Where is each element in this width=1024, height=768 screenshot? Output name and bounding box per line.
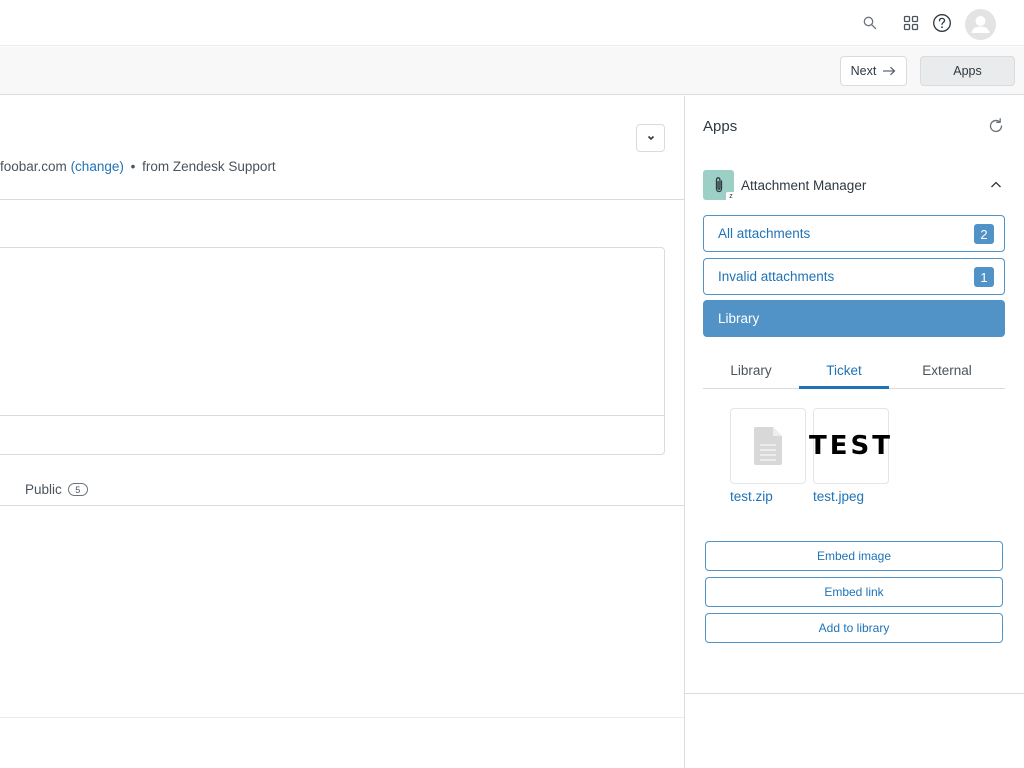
file-name[interactable]: test.zip bbox=[730, 489, 806, 504]
file-item[interactable]: test.zip bbox=[730, 408, 806, 504]
requester-email: foobar.com bbox=[0, 159, 67, 174]
apps-button[interactable]: Apps bbox=[920, 56, 1015, 86]
arrow-right-icon bbox=[883, 66, 896, 76]
embed-image-button[interactable]: Embed image bbox=[705, 541, 1003, 571]
apps-label: Apps bbox=[953, 64, 982, 78]
file-thumbnail bbox=[730, 408, 806, 484]
divider bbox=[685, 693, 1024, 694]
count-badge: 2 bbox=[974, 224, 994, 244]
ticket-toolbar: Next Apps bbox=[0, 47, 1024, 95]
change-requester-link[interactable]: (change) bbox=[71, 159, 124, 174]
nav-label: Invalid attachments bbox=[718, 269, 835, 284]
next-button[interactable]: Next bbox=[840, 56, 907, 86]
attachment-source-tabs: Library Ticket External bbox=[703, 354, 1005, 389]
conversation-filter-public[interactable]: Public 5 bbox=[25, 482, 88, 497]
file-thumbnail: TEST bbox=[809, 408, 890, 484]
nav-all-attachments[interactable]: All attachments 2 bbox=[703, 215, 1005, 252]
next-label: Next bbox=[850, 64, 877, 78]
chevron-up-icon[interactable] bbox=[987, 176, 1005, 194]
document-icon bbox=[753, 427, 782, 465]
reply-composer[interactable] bbox=[0, 247, 665, 455]
separator-dot: • bbox=[130, 159, 136, 174]
image-preview: TEST bbox=[809, 431, 893, 461]
add-to-library-button[interactable]: Add to library bbox=[705, 613, 1003, 643]
count-badge: 1 bbox=[974, 267, 994, 287]
ticket-source: from Zendesk Support bbox=[142, 159, 276, 174]
apps-panel: Apps z Attachment Manager All attachment… bbox=[685, 96, 1024, 768]
embed-link-button[interactable]: Embed link bbox=[705, 577, 1003, 607]
attachment-manager-logo: z bbox=[703, 170, 736, 202]
search-icon[interactable] bbox=[858, 11, 882, 35]
app-name: Attachment Manager bbox=[741, 178, 867, 193]
filter-count-badge: 5 bbox=[67, 483, 88, 496]
user-avatar[interactable] bbox=[965, 9, 996, 40]
tab-ticket[interactable]: Ticket bbox=[799, 354, 889, 389]
apps-panel-title: Apps bbox=[703, 118, 738, 135]
user-avatar-icon bbox=[971, 16, 990, 33]
nav-invalid-attachments[interactable]: Invalid attachments 1 bbox=[703, 258, 1005, 295]
composer-footer-divider bbox=[0, 415, 664, 416]
refresh-icon[interactable] bbox=[987, 117, 1005, 135]
filter-label: Public bbox=[25, 482, 62, 497]
logo-corner-mark: z bbox=[726, 192, 736, 202]
ticket-options-dropdown[interactable] bbox=[636, 124, 665, 152]
nav-label: All attachments bbox=[718, 226, 811, 241]
divider bbox=[0, 199, 684, 200]
paperclip-icon bbox=[715, 177, 722, 193]
requester-source-line: foobar.com (change) • from Zendesk Suppo… bbox=[0, 159, 276, 174]
divider bbox=[0, 505, 684, 506]
ticket-main: foobar.com (change) • from Zendesk Suppo… bbox=[0, 96, 684, 768]
help-icon[interactable] bbox=[930, 11, 954, 35]
apps-grid-icon[interactable] bbox=[899, 11, 923, 35]
nav-label: Library bbox=[718, 311, 760, 326]
file-item[interactable]: TEST test.jpeg bbox=[809, 408, 890, 504]
file-name[interactable]: test.jpeg bbox=[813, 489, 889, 504]
divider bbox=[0, 717, 684, 718]
tab-external[interactable]: External bbox=[889, 354, 1005, 388]
nav-library[interactable]: Library bbox=[703, 300, 1005, 337]
app-header-attachment-manager: z Attachment Manager bbox=[703, 170, 1005, 202]
tab-library[interactable]: Library bbox=[703, 354, 799, 388]
top-bar bbox=[0, 0, 1024, 46]
chevron-down-icon bbox=[647, 135, 654, 141]
